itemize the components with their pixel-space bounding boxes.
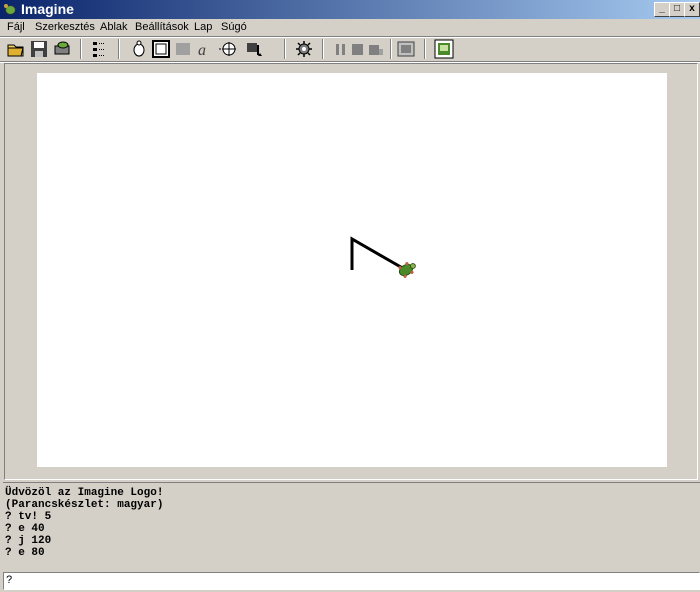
window-title: Imagine: [21, 1, 74, 17]
project-tree-icon[interactable]: [89, 39, 109, 59]
maximize-button[interactable]: □: [669, 2, 685, 17]
imagine-app-icon[interactable]: [3, 2, 18, 17]
panel-toggle-icon[interactable]: [434, 39, 454, 59]
toolbar-separator: [390, 39, 392, 59]
step-icon[interactable]: [366, 39, 386, 59]
button-tool-icon[interactable]: [244, 39, 264, 59]
menu-help[interactable]: Súgó: [221, 21, 247, 33]
stop-icon[interactable]: [348, 39, 368, 59]
console-line: ? tv! 5: [5, 511, 52, 523]
save-disk-icon[interactable]: [29, 39, 49, 59]
close-button[interactable]: x: [684, 2, 700, 17]
console-output: Üdvözöl az Imagine Logo! (Parancskészlet…: [3, 482, 700, 571]
toolbar-separator: [118, 39, 120, 59]
toolbar-separator: [284, 39, 286, 59]
rectangle-icon[interactable]: [173, 39, 193, 59]
toolbar-separator: [424, 39, 426, 59]
console-line: ? e 80: [5, 547, 45, 559]
menu-page[interactable]: Lap: [194, 21, 212, 33]
crosshair-icon[interactable]: [218, 39, 238, 59]
toolbar: a: [0, 37, 700, 61]
frame-icon[interactable]: [151, 39, 171, 59]
toolbar-separator: [322, 39, 324, 59]
command-input[interactable]: ?: [3, 572, 700, 590]
svg-text:a: a: [198, 42, 206, 59]
drawing-page[interactable]: [37, 73, 667, 467]
page-view-icon[interactable]: [396, 39, 416, 59]
menu-bar: Fájl Szerkesztés Ablak Beállítások Lap S…: [0, 19, 700, 36]
settings-gear-icon[interactable]: [294, 39, 314, 59]
console-line: ? j 120: [5, 535, 52, 547]
menu-file[interactable]: Fájl: [7, 21, 25, 33]
text-tool-icon[interactable]: a: [195, 39, 215, 59]
open-folder-icon[interactable]: [6, 39, 26, 59]
command-prompt: ?: [6, 575, 13, 587]
minimize-button[interactable]: _: [654, 2, 670, 17]
toolbar-separator: [80, 39, 82, 59]
print-turtle-icon[interactable]: [52, 39, 72, 59]
turtle-icon[interactable]: [397, 259, 419, 279]
menu-window[interactable]: Ablak: [100, 21, 128, 33]
menu-edit[interactable]: Szerkesztés: [35, 21, 95, 33]
title-bar: Imagine _ □ x: [0, 0, 700, 19]
console-line: ? e 40: [5, 523, 45, 535]
turtle-drawing: [350, 236, 419, 279]
turtle-trail: [350, 236, 407, 272]
new-turtle-icon[interactable]: [129, 39, 149, 59]
console-line: Üdvözöl az Imagine Logo!: [5, 487, 164, 499]
console-line: (Parancskészlet: magyar): [5, 499, 164, 511]
menu-settings[interactable]: Beállítások: [135, 21, 189, 33]
